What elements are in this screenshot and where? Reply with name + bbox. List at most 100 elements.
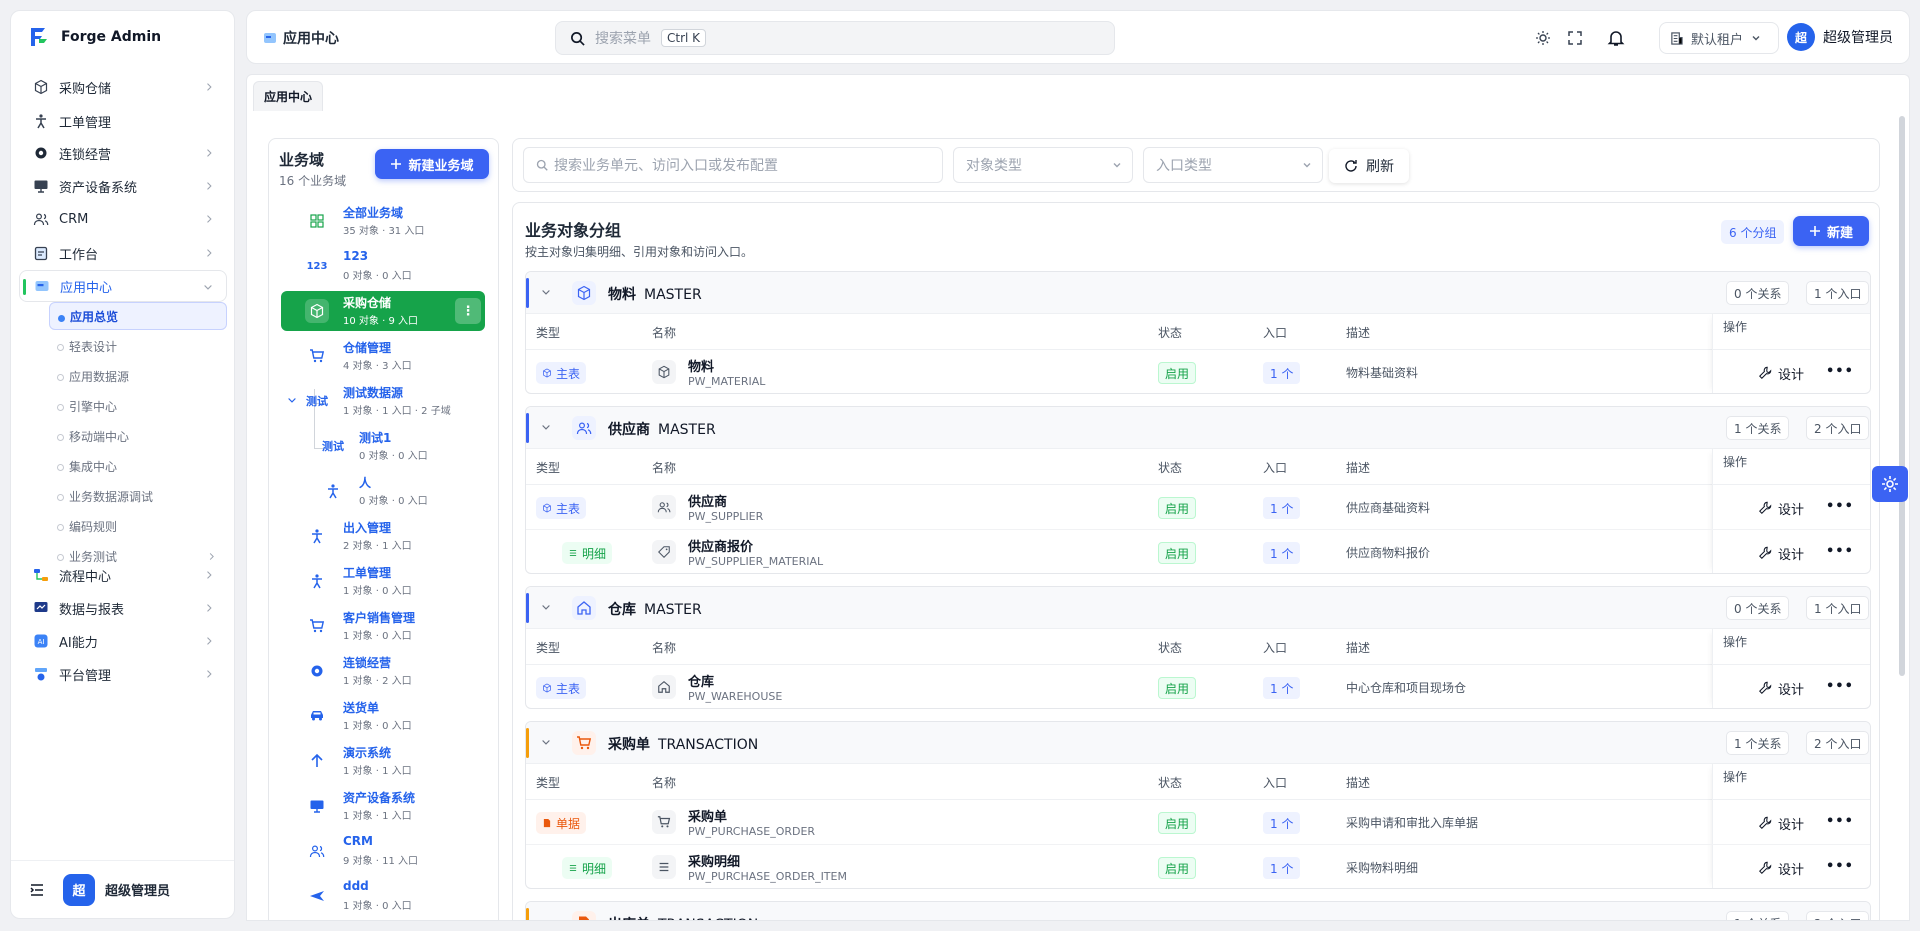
row-object-name[interactable]: 物料 xyxy=(688,356,714,375)
group-header[interactable]: 供应商 MASTER 1 个关系 2 个入口 xyxy=(526,407,1870,449)
group-header[interactable]: 出库单 TRANSACTION 1 个关系 2 个入口 xyxy=(526,902,1870,920)
submenu-item-3[interactable]: 引擎中心 xyxy=(49,392,227,420)
sidebar-item-1[interactable]: 工单管理 xyxy=(19,105,227,137)
group-header[interactable]: 仓库 MASTER 0 个关系 1 个入口 xyxy=(526,587,1870,629)
person-icon xyxy=(312,529,322,544)
object-type-select[interactable]: 对象类型 xyxy=(953,147,1133,183)
sidebar-item-6[interactable]: 应用中心 xyxy=(19,270,227,302)
entry-type-select[interactable]: 入口类型 xyxy=(1143,147,1323,183)
domain-item[interactable]: 资产设备系统 1 对象 · 1 入口 xyxy=(281,786,485,826)
collapse-toggle[interactable] xyxy=(540,601,552,613)
table-row[interactable]: 明细 采购明细 PW_PURCHASE_ORDER_ITEM 启用 1 个 采购… xyxy=(526,845,1870,888)
row-entry-badge[interactable]: 1 个 xyxy=(1263,542,1301,564)
new-group-button[interactable]: 新建 xyxy=(1793,216,1869,246)
more-actions-button[interactable]: ••• xyxy=(1826,859,1854,874)
row-object-name[interactable]: 供应商报价 xyxy=(688,536,753,555)
row-entry-badge[interactable]: 1 个 xyxy=(1263,812,1301,834)
domain-more-button[interactable]: ⋮ xyxy=(455,298,481,324)
sidebar-item-label: 平台管理 xyxy=(59,668,112,684)
more-actions-button[interactable]: ••• xyxy=(1826,544,1854,559)
design-button[interactable]: 设计 xyxy=(1750,494,1812,522)
unit-search-input[interactable]: 搜索业务单元、访问入口或发布配置 xyxy=(523,147,943,183)
row-entry-badge[interactable]: 1 个 xyxy=(1263,497,1301,519)
sidebar-item-2[interactable]: 连锁经营 xyxy=(19,137,227,169)
sidebar-item-0[interactable]: 采购仓储 xyxy=(19,71,227,103)
more-actions-button[interactable]: ••• xyxy=(1826,364,1854,379)
table-row[interactable]: 单据 采购单 PW_PURCHASE_ORDER 启用 1 个 采购申请和审批入… xyxy=(526,800,1870,845)
avatar[interactable]: 超 xyxy=(63,873,95,906)
domain-item[interactable]: 123 123 0 对象 · 0 入口 xyxy=(281,246,485,286)
domain-item[interactable]: 出入管理 2 对象 · 1 入口 xyxy=(281,516,485,556)
submenu-item-2[interactable]: 应用数据源 xyxy=(49,362,227,390)
domain-item[interactable]: 工单管理 1 对象 · 0 入口 xyxy=(281,561,485,601)
tenant-select[interactable]: 默认租户 xyxy=(1659,22,1779,54)
sidebar-item-8[interactable]: 数据与报表 xyxy=(19,592,227,624)
more-actions-button[interactable]: ••• xyxy=(1826,499,1854,514)
domain-item[interactable]: 全部业务域 35 对象 · 31 入口 xyxy=(281,201,485,241)
domain-item[interactable]: 送货单 1 对象 · 0 入口 xyxy=(281,696,485,736)
sidebar-item-4[interactable]: CRM xyxy=(19,203,227,235)
design-button[interactable]: 设计 xyxy=(1750,539,1812,567)
collapse-toggle[interactable] xyxy=(540,736,552,748)
settings-float-button[interactable] xyxy=(1872,466,1908,502)
entry-type-placeholder: 入口类型 xyxy=(1156,158,1212,174)
tab-app-center[interactable]: 应用中心 xyxy=(253,81,324,111)
design-button[interactable]: 设计 xyxy=(1750,809,1812,837)
row-object-name[interactable]: 供应商 xyxy=(688,491,727,510)
new-domain-button[interactable]: 新建业务域 xyxy=(375,149,489,179)
logo[interactable]: Forge Admin xyxy=(27,25,161,49)
fullscreen-icon[interactable] xyxy=(1567,30,1583,46)
menu-search-input[interactable]: 搜索菜单 Ctrl K xyxy=(555,21,1115,55)
submenu-item-1[interactable]: 轻表设计 xyxy=(49,332,227,360)
domain-item[interactable]: 连锁经营 1 对象 · 2 入口 xyxy=(281,651,485,691)
page-scrollbar[interactable] xyxy=(1899,116,1905,676)
table-row[interactable]: 主表 物料 PW_MATERIAL 启用 1 个 物料基础资料 设计 ••• xyxy=(526,350,1870,393)
domain-item[interactable]: 仓储管理 4 对象 · 3 入口 xyxy=(281,336,485,376)
collapse-sidebar-icon[interactable] xyxy=(29,882,45,898)
table-row[interactable]: 主表 供应商 PW_SUPPLIER 启用 1 个 供应商基础资料 设计 ••• xyxy=(526,485,1870,530)
row-entry-badge[interactable]: 1 个 xyxy=(1263,677,1301,699)
col-entry: 入口 xyxy=(1263,641,1288,655)
sidebar-item-9[interactable]: AI AI能力 xyxy=(19,625,227,657)
row-object-name[interactable]: 采购单 xyxy=(688,806,727,825)
submenu-item-8[interactable]: 业务测试 xyxy=(49,542,227,570)
collapse-toggle[interactable] xyxy=(540,286,552,298)
group-header[interactable]: 物料 MASTER 0 个关系 1 个入口 xyxy=(526,272,1870,314)
submenu-item-0[interactable]: 应用总览 xyxy=(49,302,227,330)
row-object-name[interactable]: 仓库 xyxy=(688,671,714,690)
row-entry-badge[interactable]: 1 个 xyxy=(1263,362,1301,384)
table-row[interactable]: 明细 供应商报价 PW_SUPPLIER_MATERIAL 启用 1 个 供应商… xyxy=(526,530,1870,573)
domain-item[interactable]: 测试 测试1 0 对象 · 0 入口 xyxy=(297,426,485,466)
submenu-item-4[interactable]: 移动端中心 xyxy=(49,422,227,450)
domain-item[interactable]: CRM 9 对象 · 11 入口 xyxy=(281,831,485,871)
design-button[interactable]: 设计 xyxy=(1750,359,1812,387)
more-actions-button[interactable]: ••• xyxy=(1826,814,1854,829)
sidebar-item-10[interactable]: 平台管理 xyxy=(19,658,227,690)
submenu-item-6[interactable]: 业务数据源调试 xyxy=(49,482,227,510)
row-status-badge: 启用 xyxy=(1158,542,1197,564)
domain-item[interactable]: 测试 测试数据源 1 对象 · 1 入口 · 2 子域 xyxy=(281,381,485,421)
domain-item[interactable]: 演示系统 1 对象 · 1 入口 xyxy=(281,741,485,781)
domain-item[interactable]: ddd 1 对象 · 0 入口 xyxy=(281,876,485,916)
user-menu[interactable]: 超 超级管理员 xyxy=(1787,23,1893,51)
table-row[interactable]: 主表 仓库 PW_WAREHOUSE 启用 1 个 中心仓库和项目现场仓 设计 … xyxy=(526,665,1870,708)
refresh-button[interactable]: 刷新 xyxy=(1329,149,1409,183)
row-entry-badge[interactable]: 1 个 xyxy=(1263,857,1301,879)
notification-bell-icon[interactable] xyxy=(1607,29,1625,47)
theme-sun-icon[interactable] xyxy=(1535,30,1551,46)
sidebar-item-3[interactable]: 资产设备系统 xyxy=(19,170,227,202)
group-header[interactable]: 采购单 TRANSACTION 1 个关系 2 个入口 xyxy=(526,722,1870,764)
collapse-toggle[interactable] xyxy=(540,916,552,920)
col-type: 类型 xyxy=(536,776,561,790)
row-object-name[interactable]: 采购明细 xyxy=(688,851,740,870)
domain-item[interactable]: 采购仓储 10 对象 · 9 入口 ⋮ xyxy=(281,291,485,331)
domain-item[interactable]: 人 0 对象 · 0 入口 xyxy=(297,471,485,511)
submenu-item-7[interactable]: 编码规则 xyxy=(49,512,227,540)
more-actions-button[interactable]: ••• xyxy=(1826,679,1854,694)
design-button[interactable]: 设计 xyxy=(1750,674,1812,702)
collapse-toggle[interactable] xyxy=(540,421,552,433)
design-button[interactable]: 设计 xyxy=(1750,854,1812,882)
submenu-item-5[interactable]: 集成中心 xyxy=(49,452,227,480)
domain-item[interactable]: 客户销售管理 1 对象 · 0 入口 xyxy=(281,606,485,646)
sidebar-item-5[interactable]: 工作台 xyxy=(19,237,227,269)
